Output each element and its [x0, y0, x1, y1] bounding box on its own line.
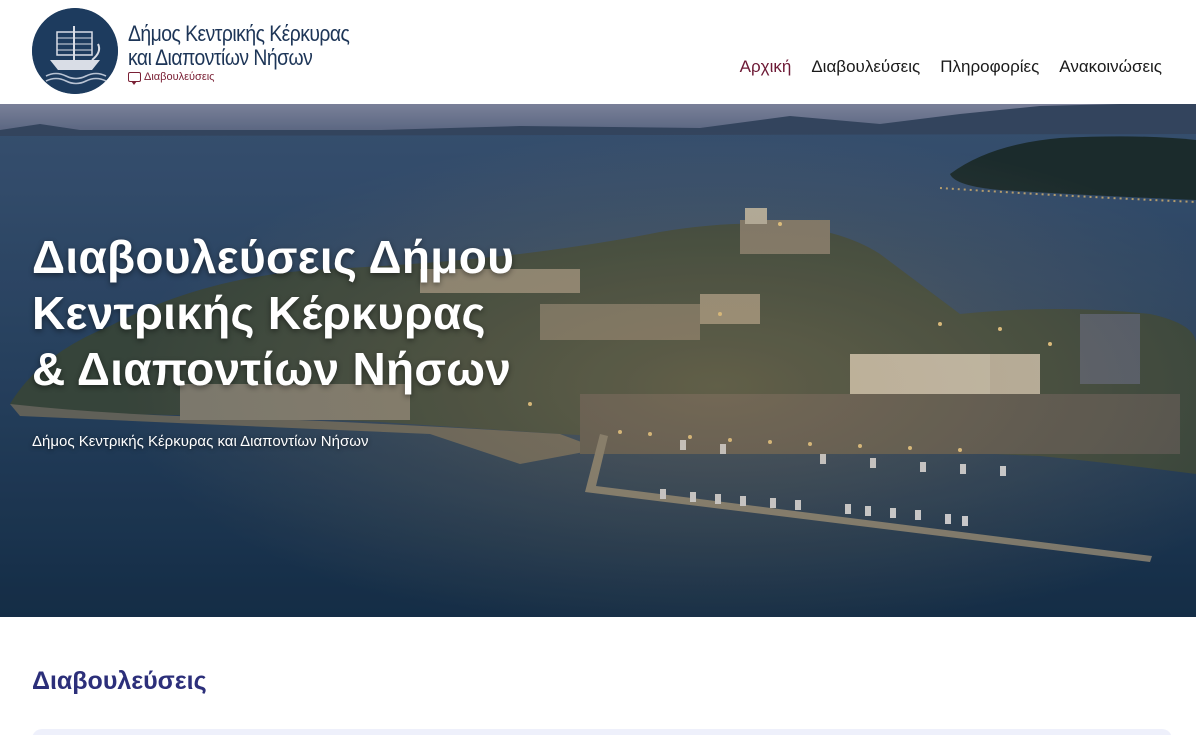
hero-banner: Διαβουλεύσεις Δήμου Κεντρικής Κέρκυρας &…	[0, 104, 1196, 617]
consultations-section-title: Διαβουλεύσεις	[32, 667, 207, 695]
hero-title-line2: Κεντρικής Κέρκυρας	[32, 287, 486, 339]
consultation-card[interactable]	[32, 729, 1172, 735]
hero-subtitle: Δήμος Κεντρικής Κέρκυρας και Διαποντίων …	[32, 433, 369, 450]
logo-subtitle-text: Διαβουλεύσεις	[144, 71, 215, 83]
hero-title-line3: & Διαποντίων Νήσων	[32, 343, 512, 395]
nav-announcements[interactable]: Ανακοινώσεις	[1059, 57, 1162, 77]
hero-title-line1: Διαβουλεύσεις Δήμου	[32, 231, 515, 283]
nav-home[interactable]: Αρχική	[740, 57, 792, 77]
municipality-logo[interactable]	[32, 8, 118, 94]
ship-logo-icon	[32, 8, 118, 94]
logo-wordmark[interactable]: Δήμος Κεντρικής Κέρκυρας και Διαποντίων …	[128, 21, 368, 85]
site-header: Δήμος Κεντρικής Κέρκυρας και Διαποντίων …	[0, 0, 1196, 104]
logo-subtitle: Διαβουλεύσεις	[128, 71, 368, 85]
nav-consultations[interactable]: Διαβουλεύσεις	[811, 57, 920, 77]
hero-title: Διαβουλεύσεις Δήμου Κεντρικής Κέρκυρας &…	[32, 229, 632, 397]
logo-title-line2: και Διαποντίων Νήσων	[128, 45, 313, 70]
nav-information[interactable]: Πληροφορίες	[940, 57, 1039, 77]
chat-bubble-icon	[128, 72, 141, 85]
logo-title-line1: Δήμος Κεντρικής Κέρκυρας	[128, 21, 350, 46]
main-navigation: Αρχική Διαβουλεύσεις Πληροφορίες Ανακοιν…	[740, 57, 1162, 77]
